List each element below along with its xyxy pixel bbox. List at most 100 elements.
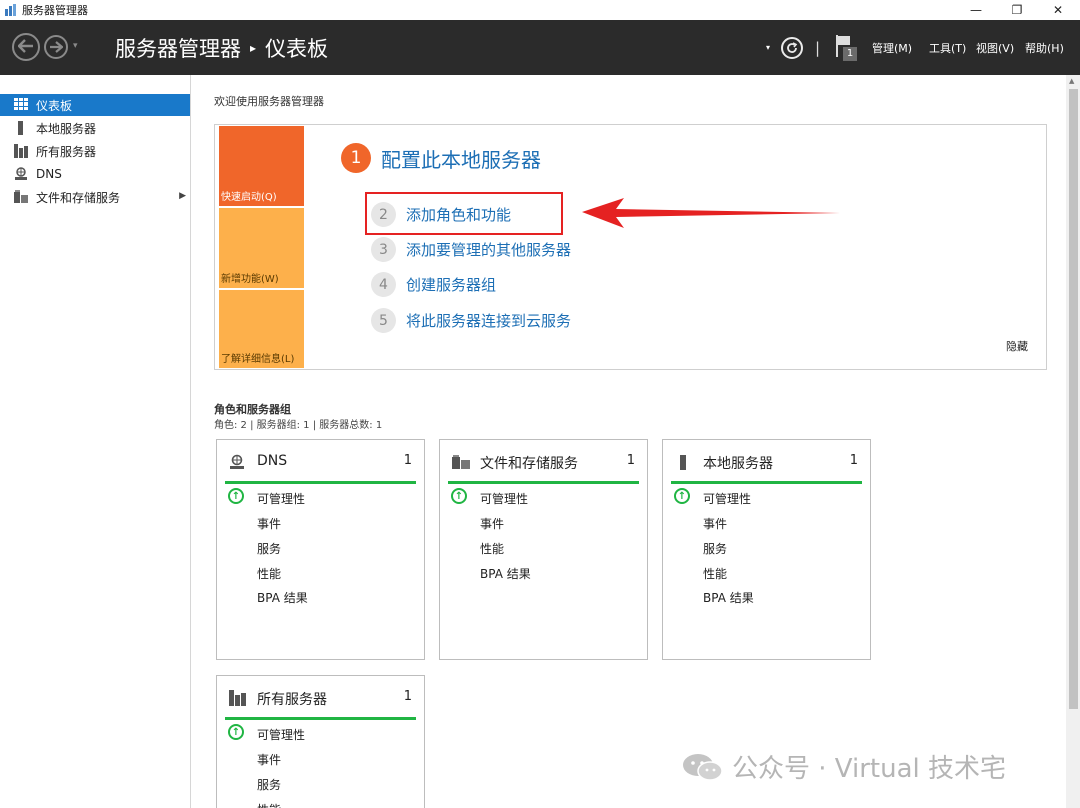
hide-welcome-link[interactable]: 隐藏 (1006, 338, 1028, 354)
card-row-events[interactable]: 事件 (480, 515, 504, 532)
sidebar-item-dashboard[interactable]: 仪表板 (0, 94, 190, 116)
step-link[interactable]: 创建服务器组 (406, 274, 496, 295)
close-button[interactable]: ✕ (1038, 0, 1078, 20)
expand-arrow-icon[interactable]: ▶ (179, 191, 186, 201)
role-card-dns[interactable]: DNS 1 ↑ 可管理性 事件 服务 性能 BPA 结果 (216, 439, 425, 660)
refresh-button[interactable] (781, 20, 803, 75)
card-count: 1 (403, 689, 412, 704)
breadcrumb-separator-icon: ▸ (250, 41, 257, 55)
card-row-bpa[interactable]: BPA 结果 (257, 589, 308, 606)
menu-manage[interactable]: 管理(M) (872, 20, 912, 75)
notification-count-badge: 1 (843, 46, 857, 61)
minimize-button[interactable]: — (956, 0, 996, 20)
sidebar-item-file-storage[interactable]: 文件和存储服务 ▶ (0, 186, 190, 208)
card-row-bpa[interactable]: BPA 结果 (480, 565, 531, 582)
watermark-text: 公众号 · Virtual 技术宅 (732, 754, 1007, 784)
menu-tools[interactable]: 工具(T) (929, 20, 966, 75)
card-title: 本地服务器 (703, 456, 773, 472)
roles-summary: 角色: 2 | 服务器组: 1 | 服务器总数: 1 (214, 420, 383, 431)
annotation-arrow-icon (582, 198, 840, 228)
file-storage-icon (14, 190, 30, 204)
step-add-servers[interactable]: 3 添加要管理的其他服务器 (371, 237, 571, 262)
arrow-left-icon (17, 38, 34, 57)
card-row-performance[interactable]: 性能 (480, 540, 504, 557)
header-dropdown-icon[interactable]: ▾ (766, 20, 770, 75)
window-titlebar: 服务器管理器 — ❐ ✕ (0, 0, 1080, 20)
header-divider: | (815, 38, 821, 57)
step-number: 3 (371, 237, 396, 262)
breadcrumb-app: 服务器管理器 (115, 37, 241, 61)
file-storage-icon (452, 454, 470, 470)
role-card-local-server[interactable]: 本地服务器 1 ↑ 可管理性 事件 服务 性能 BPA 结果 (662, 439, 871, 660)
sidebar-item-label: DNS (36, 167, 62, 181)
annotation-highlight-box (365, 192, 563, 235)
sidebar-item-label: 仪表板 (36, 98, 73, 113)
card-row-events[interactable]: 事件 (257, 515, 281, 532)
step-link[interactable]: 将此服务器连接到云服务 (406, 310, 571, 331)
step-number: 5 (371, 308, 396, 333)
card-row-services[interactable]: 服务 (257, 540, 281, 557)
tile-whats-new[interactable]: 新增功能(W) (219, 208, 304, 288)
card-row-manageability[interactable]: 可管理性 (480, 490, 528, 507)
restore-button[interactable]: ❐ (997, 0, 1037, 20)
role-card-file-storage[interactable]: 文件和存储服务 1 ↑ 可管理性 事件 性能 BPA 结果 (439, 439, 648, 660)
step-link[interactable]: 添加要管理的其他服务器 (406, 239, 571, 260)
welcome-heading: 欢迎使用服务器管理器 (214, 95, 324, 108)
manageability-ok-icon: ↑ (228, 488, 244, 504)
card-row-events[interactable]: 事件 (257, 751, 281, 768)
card-header[interactable]: 文件和存储服务 1 (448, 450, 639, 484)
watermark: 公众号 · Virtual 技术宅 (682, 748, 1006, 785)
manageability-ok-icon: ↑ (674, 488, 690, 504)
flag-icon: 1 (834, 33, 858, 63)
tile-learn-more[interactable]: 了解详细信息(L) (219, 290, 304, 368)
role-card-all-servers[interactable]: 所有服务器 1 ↑ 可管理性 事件 服务 性能 (216, 675, 425, 808)
card-title: 所有服务器 (257, 692, 327, 708)
card-row-performance[interactable]: 性能 (703, 565, 727, 582)
menu-view[interactable]: 视图(V) (976, 20, 1014, 75)
step-create-server-group[interactable]: 4 创建服务器组 (371, 272, 496, 297)
sidebar-item-label: 所有服务器 (36, 144, 97, 159)
tile-quick-start[interactable]: 快速启动(Q) (219, 126, 304, 206)
card-count: 1 (626, 453, 635, 468)
app-header: ▾ 服务器管理器 ▸ 仪表板 ▾ | 1 管理(M) 工具(T) 视图(V) 帮… (0, 20, 1080, 75)
card-row-performance[interactable]: 性能 (257, 565, 281, 582)
card-title: 文件和存储服务 (480, 456, 578, 472)
sidebar-item-all-servers[interactable]: 所有服务器 (0, 140, 190, 162)
scrollbar-thumb[interactable] (1069, 89, 1078, 709)
step-configure-local-server[interactable]: 1 配置此本地服务器 (341, 143, 541, 173)
card-row-services[interactable]: 服务 (257, 776, 281, 793)
local-server-icon (14, 121, 30, 135)
manageability-ok-icon: ↑ (228, 724, 244, 740)
card-row-manageability[interactable]: 可管理性 (257, 490, 305, 507)
back-button[interactable] (12, 33, 40, 61)
card-row-bpa[interactable]: BPA 结果 (703, 589, 754, 606)
arrow-right-icon (49, 38, 64, 57)
step-link[interactable]: 配置此本地服务器 (381, 144, 541, 173)
step-number: 4 (371, 272, 396, 297)
card-header[interactable]: 所有服务器 1 (225, 686, 416, 720)
card-row-performance[interactable]: 性能 (257, 801, 281, 808)
card-row-manageability[interactable]: 可管理性 (703, 490, 751, 507)
vertical-scrollbar[interactable]: ▲ (1066, 75, 1080, 808)
roles-heading: 角色和服务器组 (214, 403, 291, 416)
card-row-services[interactable]: 服务 (703, 540, 727, 557)
sidebar-item-dns[interactable]: DNS (0, 163, 190, 185)
window-title: 服务器管理器 (22, 4, 88, 17)
card-row-events[interactable]: 事件 (703, 515, 727, 532)
step-connect-cloud[interactable]: 5 将此服务器连接到云服务 (371, 308, 571, 333)
history-dropdown-icon[interactable]: ▾ (73, 41, 78, 51)
all-servers-icon (14, 144, 30, 158)
menu-help[interactable]: 帮助(H) (1025, 20, 1064, 75)
card-count: 1 (849, 453, 858, 468)
card-header[interactable]: DNS 1 (225, 450, 416, 484)
server-manager-app-icon (4, 3, 18, 17)
welcome-panel (214, 124, 1047, 370)
sidebar-item-local-server[interactable]: 本地服务器 (0, 117, 190, 139)
card-header[interactable]: 本地服务器 1 (671, 450, 862, 484)
scroll-up-icon[interactable]: ▲ (1069, 77, 1074, 85)
refresh-icon (781, 36, 803, 59)
sidebar: 仪表板 本地服务器 所有服务器 DNS 文件和存储服务 ▶ (0, 75, 191, 808)
card-row-manageability[interactable]: 可管理性 (257, 726, 305, 743)
forward-button[interactable] (44, 35, 68, 59)
notifications-button[interactable]: 1 (834, 20, 858, 75)
